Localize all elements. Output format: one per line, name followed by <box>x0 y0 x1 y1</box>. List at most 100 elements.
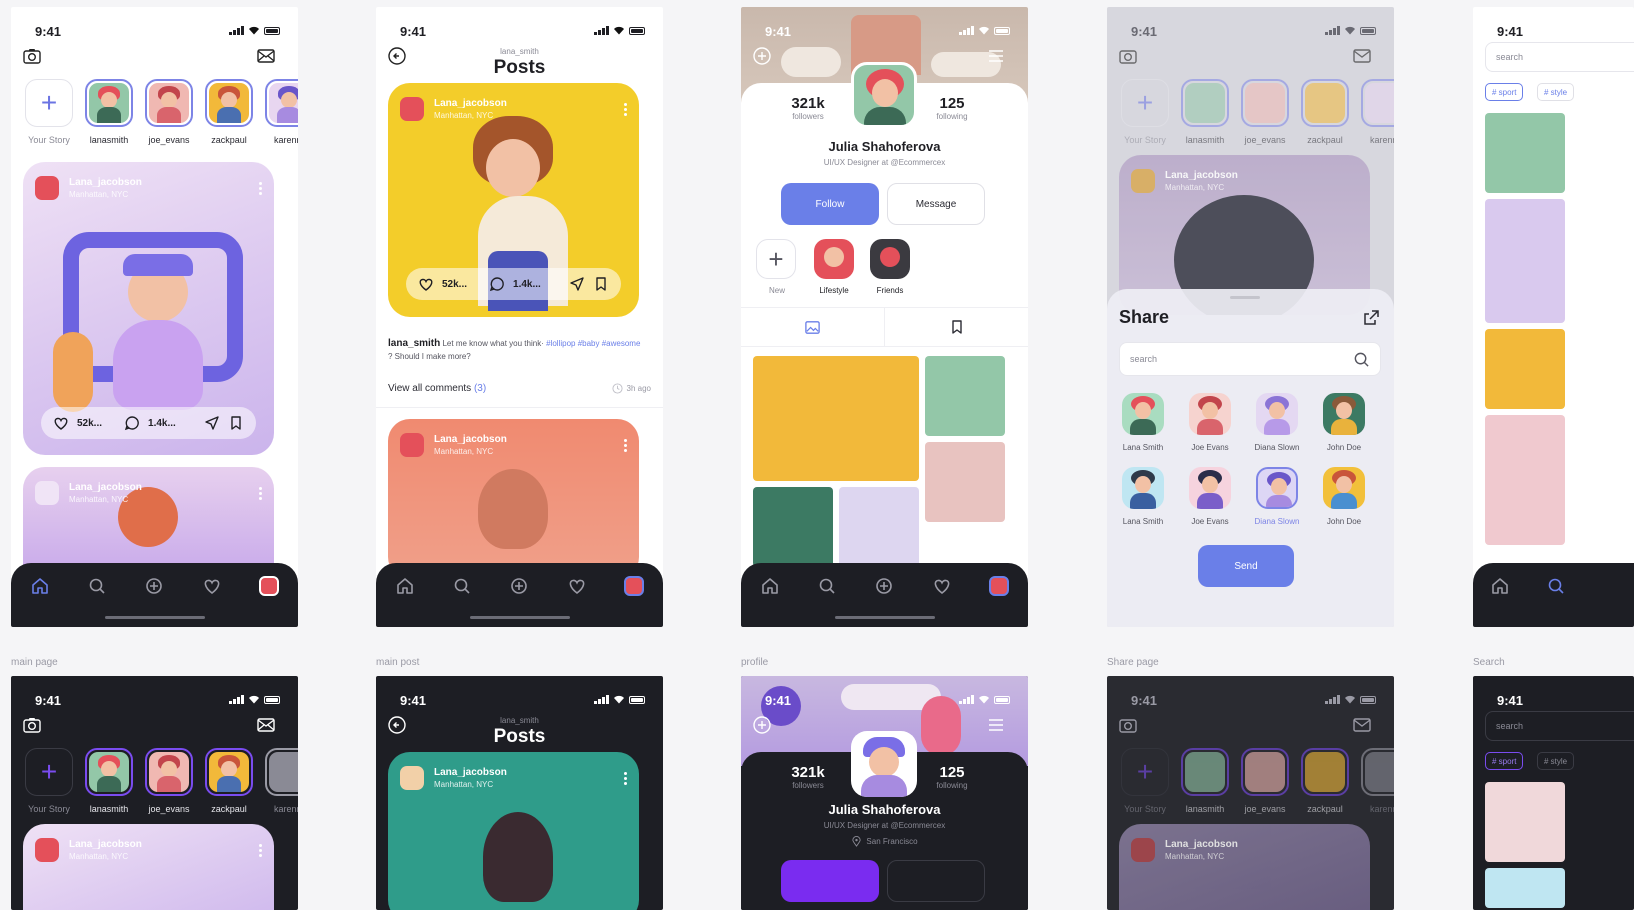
menu-icon[interactable] <box>985 714 1007 736</box>
feed-post[interactable]: Lana_jacobson Manhattan, NYC <box>388 752 639 910</box>
mail-icon[interactable] <box>255 714 277 736</box>
external-link-icon[interactable] <box>1360 307 1382 329</box>
comment-icon[interactable] <box>489 276 505 292</box>
story-item[interactable]: zackpaul <box>205 79 253 145</box>
tab-search[interactable] <box>451 575 473 597</box>
tab-add[interactable] <box>873 575 895 597</box>
search-result[interactable] <box>1485 113 1565 193</box>
highlight-lifestyle[interactable]: Lifestyle <box>812 239 856 295</box>
send-button[interactable]: Send <box>1198 545 1294 587</box>
post-avatar[interactable] <box>400 766 424 790</box>
share-contact[interactable]: Joe Evans <box>1180 393 1240 452</box>
tab-profile[interactable] <box>988 575 1010 597</box>
story-item[interactable]: lanasmith <box>85 748 133 814</box>
more-icon[interactable] <box>259 486 262 500</box>
more-icon[interactable] <box>624 102 627 116</box>
tag-chip-style[interactable]: # style <box>1537 83 1575 101</box>
story-your-story[interactable]: + Your Story <box>25 79 73 145</box>
highlight-friends[interactable]: Friends <box>868 239 912 295</box>
post-avatar[interactable] <box>400 433 424 457</box>
comment-icon[interactable] <box>124 415 140 431</box>
search-input[interactable]: search <box>1485 42 1634 72</box>
search-result[interactable] <box>1485 329 1565 409</box>
caption-hashtags[interactable]: #lollipop #baby <box>546 339 599 348</box>
post-author[interactable]: Lana_jacobson <box>434 98 507 109</box>
share-contact[interactable]: John Doe <box>1314 467 1374 526</box>
post-author[interactable]: Lana_jacobson <box>434 767 507 778</box>
post-author[interactable]: Lana_jacobson <box>69 482 142 493</box>
followers-stat[interactable]: 321k followers <box>783 764 833 790</box>
message-button[interactable]: Message <box>887 183 985 225</box>
post-author[interactable]: Lana_jacobson <box>69 177 142 188</box>
more-icon[interactable] <box>259 843 262 857</box>
share-contact[interactable]: Diana Slown <box>1247 393 1307 452</box>
tab-likes[interactable] <box>201 575 223 597</box>
post-avatar[interactable] <box>400 97 424 121</box>
tab-likes[interactable] <box>566 575 588 597</box>
follow-button[interactable] <box>781 860 879 902</box>
follow-button[interactable]: Follow <box>781 183 879 225</box>
tag-chip-style[interactable]: # style <box>1537 752 1575 770</box>
tab-home[interactable] <box>1489 575 1511 597</box>
feed-post[interactable]: Lana_jacobson Manhattan, NYC <box>23 824 274 910</box>
grid-photo[interactable] <box>925 442 1005 522</box>
post-avatar[interactable] <box>35 838 59 862</box>
story-item[interactable]: karenm <box>265 748 298 814</box>
profile-avatar[interactable] <box>851 731 917 797</box>
mail-icon[interactable] <box>255 45 277 67</box>
followers-stat[interactable]: 321k followers <box>783 95 833 121</box>
tag-chip-sport[interactable]: # sport <box>1485 752 1524 770</box>
send-icon[interactable] <box>569 276 585 292</box>
feed-post[interactable]: Lana_jacobson Manhattan, NYC 52k... 1.4k… <box>23 162 274 455</box>
tab-search[interactable] <box>816 575 838 597</box>
tab-home[interactable] <box>394 575 416 597</box>
search-result[interactable] <box>1485 415 1565 545</box>
highlight-new[interactable]: + New <box>756 239 798 295</box>
share-contact[interactable]: Lana Smith <box>1113 393 1173 452</box>
caption-user[interactable]: lana_smith <box>388 338 440 349</box>
tab-saved[interactable] <box>885 308 1028 346</box>
search-result[interactable] <box>1485 782 1565 862</box>
share-search-input[interactable]: search <box>1119 342 1381 376</box>
tab-home[interactable] <box>29 575 51 597</box>
post-author[interactable]: Lana_jacobson <box>434 434 507 445</box>
tab-grid[interactable] <box>741 308 885 346</box>
grid-photo[interactable] <box>753 487 833 567</box>
tab-profile[interactable] <box>623 575 645 597</box>
post-author[interactable]: Lana_jacobson <box>69 839 142 850</box>
share-contact[interactable]: Joe Evans <box>1180 467 1240 526</box>
grid-photo[interactable] <box>839 487 919 567</box>
tab-home[interactable] <box>759 575 781 597</box>
share-contact[interactable]: John Doe <box>1314 393 1374 452</box>
story-item[interactable]: lanasmith <box>85 79 133 145</box>
grid-photo[interactable] <box>753 356 919 481</box>
heart-icon[interactable] <box>53 415 69 431</box>
view-comments-link[interactable]: View all comments (3) <box>388 383 486 394</box>
story-item[interactable]: karenm <box>265 79 298 145</box>
menu-icon[interactable] <box>985 45 1007 67</box>
search-result[interactable] <box>1485 868 1565 908</box>
tab-search[interactable] <box>1545 575 1567 597</box>
tab-search[interactable] <box>86 575 108 597</box>
heart-icon[interactable] <box>418 276 434 292</box>
more-icon[interactable] <box>624 438 627 452</box>
profile-avatar[interactable] <box>851 62 917 128</box>
story-item[interactable]: joe_evans <box>145 79 193 145</box>
following-stat[interactable]: 125 following <box>927 95 977 121</box>
add-circle-icon[interactable] <box>751 45 773 67</box>
more-icon[interactable] <box>259 181 262 195</box>
add-circle-icon[interactable] <box>751 714 773 736</box>
tag-chip-sport[interactable]: # sport <box>1485 83 1524 101</box>
share-contact[interactable]: Diana Slown <box>1247 467 1307 526</box>
story-item[interactable]: joe_evans <box>145 748 193 814</box>
send-icon[interactable] <box>204 415 220 431</box>
sheet-handle[interactable] <box>1230 296 1260 299</box>
grid-photo[interactable] <box>925 356 1005 436</box>
post-avatar[interactable] <box>35 176 59 200</box>
bookmark-icon[interactable] <box>593 276 609 292</box>
tab-add[interactable] <box>508 575 530 597</box>
message-button[interactable] <box>887 860 985 902</box>
following-stat[interactable]: 125 following <box>927 764 977 790</box>
camera-icon[interactable] <box>21 714 43 736</box>
story-item[interactable]: zackpaul <box>205 748 253 814</box>
